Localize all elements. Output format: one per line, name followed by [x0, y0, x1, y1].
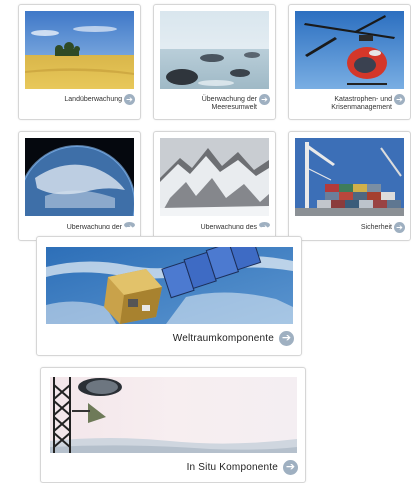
atmosphere-monitoring-image [25, 138, 134, 216]
tile-atmosphere-monitoring[interactable]: Überwachung der ➔ [18, 131, 141, 241]
tile-label: Landüberwachung [64, 96, 122, 103]
tile-label-line2: Meeresumwelt [211, 104, 257, 111]
security-image [295, 138, 404, 216]
in-situ-image [50, 377, 297, 453]
tile-label-line1: Katastrophen- und [334, 96, 392, 103]
tile-label: Sicherheit [360, 224, 392, 231]
arrow-right-icon: ➔ [394, 94, 405, 105]
marine-monitoring-image [160, 11, 269, 89]
tile-disaster-management[interactable]: Katastrophen- und Krisenmanagement ➔ [288, 4, 411, 120]
arrow-right-icon: ➔ [124, 222, 135, 232]
tile-label: Weltraumkomponente [172, 333, 274, 344]
tile-space-component[interactable]: Weltraumkomponente ➔ [36, 236, 302, 356]
land-monitoring-image [25, 11, 134, 89]
arrow-right-icon: ➔ [283, 460, 298, 475]
arrow-right-icon: ➔ [259, 222, 270, 232]
satellite-image [46, 247, 293, 324]
tile-marine-monitoring[interactable]: Überwachung der Meeresumwelt ➔ [153, 4, 276, 120]
arrow-right-icon: ➔ [394, 222, 405, 233]
tile-label-line2: Krisenmanagement [331, 104, 392, 111]
disaster-management-image [295, 11, 404, 89]
tile-in-situ-component[interactable]: In Situ Komponente ➔ [40, 367, 306, 483]
tile-climate-monitoring[interactable]: Überwachung des ➔ [153, 131, 276, 241]
tile-label-line1: Überwachung der [201, 96, 257, 103]
tile-label: Überwachung des [200, 224, 257, 229]
mountains-image [160, 138, 269, 216]
arrow-right-icon: ➔ [124, 94, 135, 105]
tile-label: Überwachung der [66, 224, 122, 229]
tile-land-monitoring[interactable]: Landüberwachung ➔ [18, 4, 141, 120]
tile-label: In Situ Komponente [186, 462, 278, 473]
tile-security[interactable]: Sicherheit ➔ [288, 131, 411, 241]
arrow-right-icon: ➔ [279, 331, 294, 346]
arrow-right-icon: ➔ [259, 94, 270, 105]
